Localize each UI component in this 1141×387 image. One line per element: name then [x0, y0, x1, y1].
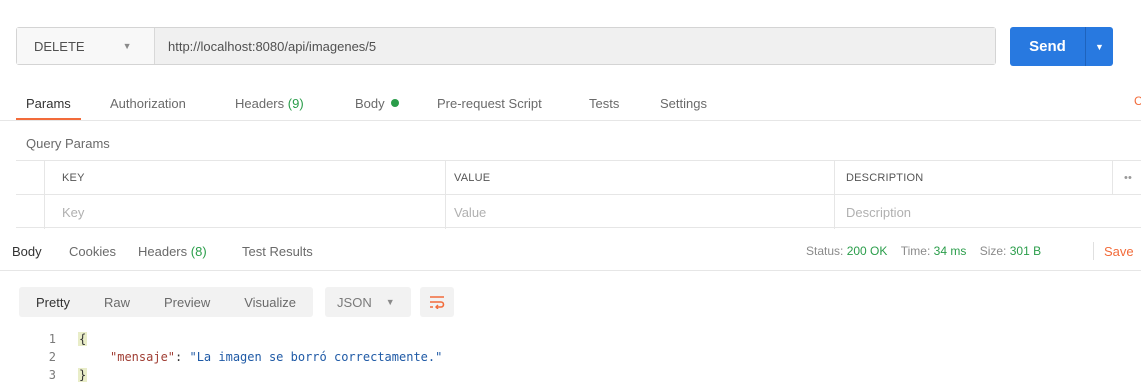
view-preview-button[interactable]: Preview [147, 287, 227, 317]
send-button[interactable]: Send [1010, 27, 1086, 66]
description-column-header: DESCRIPTION [846, 172, 924, 184]
response-view-toolbar: Pretty Raw Preview Visualize JSON ▼ [19, 287, 455, 317]
view-mode-segment: Pretty Raw Preview Visualize [19, 287, 314, 317]
cookies-link-fragment[interactable]: C [1134, 94, 1141, 108]
tab-tests-label: Tests [589, 95, 620, 111]
value-input[interactable]: Value [442, 195, 834, 229]
headers-count-badge: (9) [287, 95, 304, 111]
query-params-table: KEY VALUE DESCRIPTION •• Key Value Descr… [16, 160, 1141, 229]
send-dropdown-icon[interactable]: ▼ [1086, 27, 1113, 66]
time-value: 34 ms [933, 244, 967, 258]
line-number: 2 [48, 350, 56, 364]
close-brace: } [78, 368, 88, 382]
tab-prerequest-label: Pre-request Script [437, 95, 542, 111]
view-pretty-button[interactable]: Pretty [19, 287, 87, 317]
status-label: Status: [806, 244, 844, 258]
format-select[interactable]: JSON ▼ [325, 287, 412, 317]
params-input-row: Key Value Description [16, 194, 1141, 229]
view-visualize-button[interactable]: Visualize [227, 287, 313, 317]
open-brace: { [78, 332, 88, 346]
line-number: 3 [48, 368, 56, 382]
description-input[interactable]: Description [834, 195, 1112, 229]
format-label: JSON [337, 294, 372, 310]
code-text: { [78, 332, 88, 346]
size-value: 301 B [1009, 244, 1042, 258]
response-tab-cookies[interactable]: Cookies [69, 244, 116, 259]
tab-params-label: Params [26, 95, 71, 111]
request-bar: DELETE ▼ http://localhost:8080/api/image… [16, 27, 996, 65]
response-tabs: Body Cookies Headers (8) Test Results St… [0, 240, 1141, 266]
json-key: "mensaje" [110, 350, 176, 364]
caret-down-icon: ▼ [122, 41, 132, 51]
tab-body-label: Body [355, 95, 385, 111]
response-tab-headers[interactable]: Headers (8) [138, 244, 207, 259]
tab-settings[interactable]: Settings [660, 88, 707, 118]
wrap-lines-glyph [430, 296, 445, 309]
tab-headers-label: Headers [235, 95, 285, 111]
method-select[interactable]: DELETE ▼ [17, 28, 155, 64]
code-line: 2 "mensaje": "La imagen se borró correct… [0, 350, 1141, 366]
json-value: "La imagen se borró correctamente." [189, 350, 443, 364]
time-label: Time: [900, 244, 931, 258]
tab-body[interactable]: Body [355, 88, 399, 118]
more-options-icon[interactable]: •• [1112, 161, 1132, 195]
response-headers-count: (8) [190, 244, 207, 259]
key-column-header: KEY [62, 172, 85, 184]
tab-headers[interactable]: Headers (9) [235, 88, 304, 118]
response-headers-label: Headers [138, 244, 188, 259]
url-input[interactable]: http://localhost:8080/api/imagenes/5 [155, 28, 995, 64]
json-colon: : [175, 350, 190, 364]
key-input[interactable]: Key [50, 195, 445, 229]
tab-authorization-label: Authorization [110, 95, 186, 111]
tab-tests[interactable]: Tests [589, 88, 619, 118]
response-divider [0, 270, 1141, 271]
tab-params[interactable]: Params [16, 88, 81, 120]
save-response-button[interactable]: Save [1104, 244, 1134, 259]
code-line: 3 } [0, 368, 1141, 384]
code-text: } [78, 368, 88, 382]
query-params-title: Query Params [26, 136, 110, 151]
column-divider [44, 195, 45, 229]
method-label: DELETE [34, 38, 85, 54]
send-button-group: Send ▼ [1010, 27, 1113, 66]
url-text: http://localhost:8080/api/imagenes/5 [168, 38, 377, 54]
status-value: 200 OK [846, 244, 888, 258]
caret-down-icon: ▼ [385, 297, 395, 307]
status-dot-icon [390, 99, 399, 107]
line-number: 1 [48, 332, 56, 346]
wrap-lines-icon[interactable] [420, 287, 455, 317]
tab-authorization[interactable]: Authorization [110, 88, 186, 118]
code-line: 1 { [0, 332, 1141, 348]
column-divider [44, 161, 45, 195]
request-tabs: Params Authorization Headers (9) Body Pr… [0, 88, 1141, 120]
tab-settings-label: Settings [660, 95, 707, 111]
size-label: Size: [979, 244, 1007, 258]
status-separator [1093, 242, 1094, 260]
code-text: "mensaje": "La imagen se borró correctam… [110, 350, 442, 364]
tabs-divider [0, 120, 1141, 121]
tab-pre-request-script[interactable]: Pre-request Script [437, 88, 542, 118]
view-raw-button[interactable]: Raw [87, 287, 147, 317]
response-tab-test-results[interactable]: Test Results [242, 244, 313, 259]
response-tab-body[interactable]: Body [12, 244, 42, 259]
value-column-header: VALUE [454, 172, 491, 184]
params-header-row: KEY VALUE DESCRIPTION •• [16, 160, 1141, 195]
status-info: Status: 200 OK Time: 34 ms Size: 301 B [806, 244, 1041, 258]
